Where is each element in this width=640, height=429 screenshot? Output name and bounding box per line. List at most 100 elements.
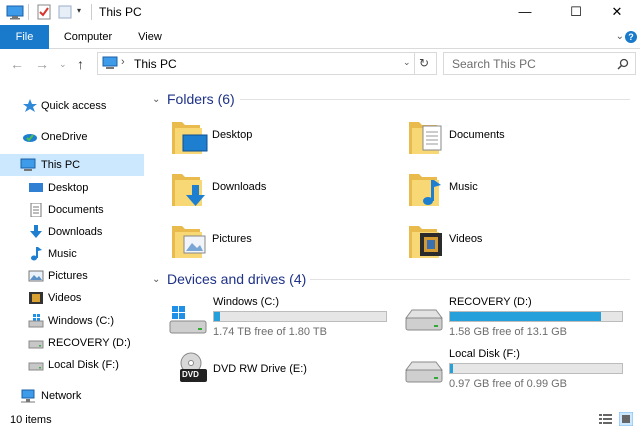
folder-music[interactable]: Music	[407, 164, 607, 212]
dvd-label: DVD	[182, 370, 199, 379]
drives-heading[interactable]: Devices and drives (4)	[167, 271, 306, 287]
documents-folder-icon	[409, 122, 442, 154]
drive-dvd-e[interactable]: DVD DVD RW Drive (E:)	[168, 352, 398, 402]
details-view-icon[interactable]	[599, 413, 612, 425]
folder-downloads[interactable]: Downloads	[170, 164, 370, 212]
sidebar-item-documents[interactable]: Documents	[0, 199, 144, 221]
sidebar-item-recovery-d[interactable]: RECOVERY (D:)	[0, 332, 144, 354]
sidebar-item-downloads[interactable]: Downloads	[0, 221, 144, 243]
sidebar-item-windows-c[interactable]: Windows (C:)	[0, 310, 144, 332]
status-bar: 10 items	[0, 410, 640, 429]
drive-icon	[405, 309, 443, 331]
drive-windows-c[interactable]: Windows (C:) 1.74 TB free of 1.80 TB	[168, 296, 398, 340]
drive-icon	[28, 340, 44, 349]
windows-drive-icon	[28, 314, 44, 328]
separator	[28, 4, 29, 20]
item-count: 10 items	[10, 414, 52, 426]
drive-recovery-d[interactable]: RECOVERY (D:) 1.58 GB free of 13.1 GB	[404, 296, 634, 340]
sidebar-item-label: Downloads	[48, 226, 103, 238]
sidebar-item-label: Documents	[48, 204, 104, 216]
drive-usage-bar	[449, 363, 623, 374]
drive-usage-bar	[213, 311, 387, 322]
drive-local-disk-f[interactable]: Local Disk (F:) 0.97 GB free of 0.99 GB	[404, 348, 634, 392]
drive-usage-bar	[449, 311, 623, 322]
drive-name: RECOVERY (D:)	[449, 296, 532, 308]
sidebar-item-network[interactable]: Network	[0, 385, 144, 407]
search-icon[interactable]	[617, 58, 629, 70]
sidebar-item-label: Pictures	[48, 270, 88, 282]
computer-icon	[102, 56, 118, 69]
videos-icon	[29, 292, 43, 304]
sidebar-item-desktop[interactable]: Desktop	[0, 177, 144, 199]
folder-documents[interactable]: Documents	[407, 112, 607, 160]
sidebar-item-label: Music	[48, 248, 77, 260]
minimize-button[interactable]: —	[502, 0, 548, 25]
sidebar-item-quick-access[interactable]: Quick access	[0, 95, 144, 117]
computer-icon	[20, 158, 36, 171]
address-path[interactable]: This PC	[134, 57, 177, 71]
forward-arrow-icon[interactable]: →	[35, 56, 49, 72]
folder-desktop[interactable]: Desktop	[170, 112, 370, 160]
address-bar[interactable]: › This PC ⌄ ↻	[97, 52, 437, 75]
tab-view[interactable]: View	[127, 25, 173, 49]
sidebar-item-local-disk-f[interactable]: Local Disk (F:)	[0, 354, 144, 376]
folder-label: Music	[449, 181, 478, 193]
collapse-folders-icon[interactable]: ⌄	[152, 94, 160, 105]
sidebar-item-label: Videos	[48, 292, 82, 304]
separator	[91, 4, 92, 20]
drive-icon	[405, 361, 443, 383]
tab-file[interactable]: File	[0, 25, 49, 49]
close-button[interactable]: ✕	[594, 0, 640, 25]
group-divider	[240, 99, 630, 100]
downloads-icon	[30, 225, 42, 238]
new-folder-icon[interactable]	[58, 4, 72, 20]
drive-name: Local Disk (F:)	[449, 348, 520, 360]
collapse-drives-icon[interactable]: ⌄	[152, 274, 160, 285]
search-input[interactable]: Search This PC	[452, 57, 536, 71]
breadcrumb-separator-icon[interactable]: ›	[121, 56, 125, 68]
group-divider	[310, 279, 630, 280]
sidebar-item-label: This PC	[41, 159, 81, 171]
network-icon	[21, 389, 35, 403]
up-arrow-icon[interactable]: ↑	[77, 56, 84, 72]
sidebar-item-pictures[interactable]: Pictures	[0, 265, 144, 287]
help-icon[interactable]: ?	[625, 31, 637, 43]
sidebar-item-label: OneDrive	[41, 131, 88, 143]
folder-label: Downloads	[212, 181, 267, 193]
folders-heading[interactable]: Folders (6)	[167, 91, 235, 107]
separator	[414, 53, 415, 74]
maximize-button[interactable]: ☐	[553, 0, 599, 25]
desktop-folder-icon	[172, 122, 208, 154]
customize-toolbar-icon[interactable]: ▾	[77, 6, 81, 15]
sidebar-item-videos[interactable]: Videos	[0, 287, 144, 309]
sidebar-item-label: Desktop	[48, 182, 89, 194]
search-box[interactable]: Search This PC	[443, 52, 636, 75]
sidebar-item-label: Quick access	[41, 100, 107, 112]
address-dropdown-icon[interactable]: ⌄	[403, 57, 411, 68]
sidebar-item-this-pc[interactable]: This PC	[0, 154, 144, 176]
drive-usage-fill	[214, 312, 220, 321]
documents-icon	[30, 203, 42, 217]
music-folder-icon	[409, 174, 441, 206]
sidebar-item-label: Local Disk (F:)	[48, 359, 119, 371]
sidebar-item-onedrive[interactable]: OneDrive	[0, 126, 144, 148]
onedrive-cloud-icon	[23, 134, 37, 142]
large-icons-view-icon[interactable]	[619, 412, 633, 426]
ribbon-tabs: File Computer View ⌄ ?	[0, 25, 640, 49]
navigation-bar: ← → ⌄ ↑ › This PC ⌄ ↻ Search This PC	[0, 49, 640, 79]
recent-locations-icon[interactable]: ⌄	[59, 59, 67, 70]
sidebar-item-music[interactable]: Music	[0, 243, 144, 265]
expand-ribbon-icon[interactable]: ⌄	[616, 25, 624, 49]
pictures-folder-icon	[172, 226, 206, 258]
title-bar: ▾ This PC — ☐ ✕	[0, 0, 640, 25]
properties-icon[interactable]	[37, 4, 51, 20]
drive-usage-fill	[450, 312, 602, 321]
videos-folder-icon	[409, 226, 442, 258]
folder-pictures[interactable]: Pictures	[170, 216, 370, 264]
tab-computer[interactable]: Computer	[49, 25, 127, 49]
back-arrow-icon[interactable]: ←	[10, 56, 24, 72]
folder-videos[interactable]: Videos	[407, 216, 607, 264]
refresh-icon[interactable]: ↻	[419, 56, 429, 70]
windows-drive-icon	[169, 306, 207, 334]
star-icon	[23, 99, 37, 112]
